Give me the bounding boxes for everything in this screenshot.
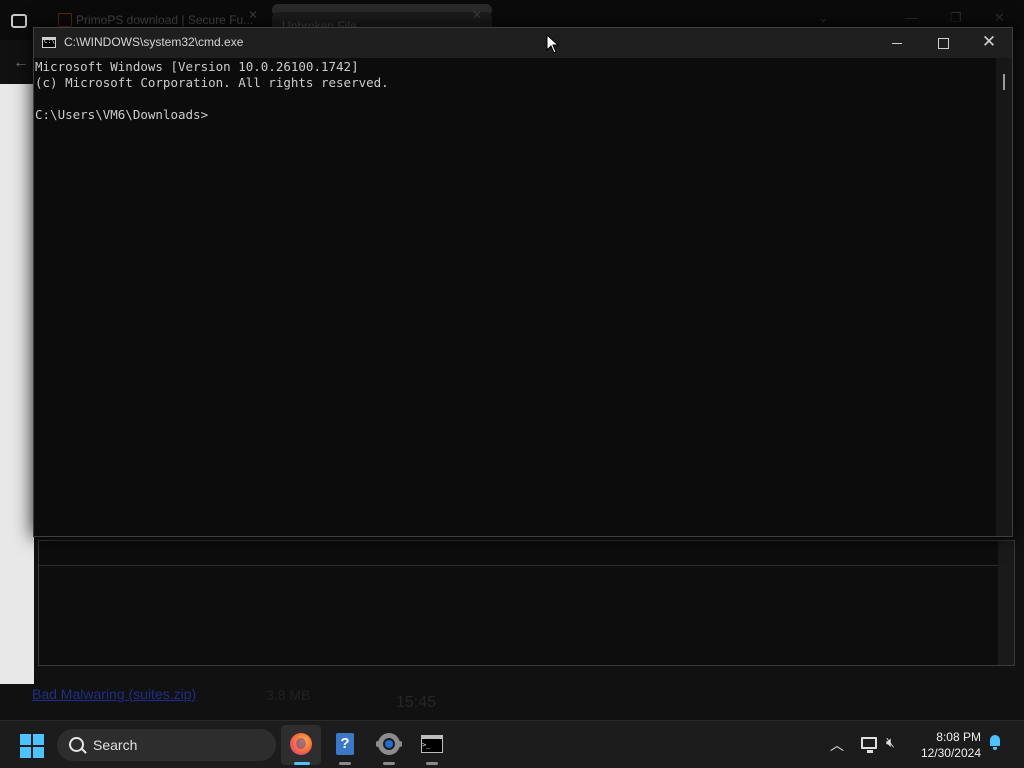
tab-close-icon[interactable]: ✕ — [248, 8, 258, 22]
tray-clock[interactable]: 8:08 PM 12/30/2024 — [918, 729, 981, 761]
download-size: 3.8 MB — [266, 687, 311, 703]
volume-muted-icon[interactable]: 🔇︎ — [886, 734, 895, 751]
help-icon: ? — [336, 733, 354, 755]
browser-close-icon[interactable]: ✕ — [994, 10, 1005, 26]
browser-restore-icon[interactable]: ❐ — [950, 10, 962, 26]
network-icon[interactable] — [861, 737, 877, 753]
maximize-button[interactable] — [920, 28, 966, 58]
settings-icon — [376, 733, 402, 755]
page-left-margin — [0, 84, 34, 684]
tab-close-icon[interactable]: ✕ — [472, 8, 482, 22]
sidebar-toggle-icon[interactable] — [11, 14, 27, 28]
minimize-button[interactable] — [874, 28, 920, 58]
maximize-icon — [937, 37, 949, 49]
download-link[interactable]: Bad Malwaring (suites.zip) — [32, 686, 196, 702]
firefox-icon — [290, 733, 312, 755]
running-indicator — [383, 762, 395, 765]
close-button[interactable]: ✕ — [966, 28, 1012, 58]
browser-tab-label: PrimoPS download | Secure Fu... — [76, 13, 254, 27]
downloads-panel — [38, 540, 1015, 666]
running-indicator — [339, 762, 351, 765]
taskbar: Search ? >_ ︿ 🔇︎ 8:08 PM 12/30/2024 — [0, 720, 1024, 768]
terminal-icon: >_ — [421, 735, 443, 753]
mouse-cursor-icon — [546, 34, 560, 54]
show-hidden-icons-chevron-icon[interactable]: ︿ — [830, 735, 844, 755]
console-scrollbar[interactable] — [996, 58, 1012, 536]
console-prompt[interactable]: C:\Users\VM6\Downloads> — [35, 107, 995, 123]
search-label: Search — [93, 737, 138, 753]
console-line: Microsoft Windows [Version 10.0.26100.17… — [35, 59, 359, 74]
start-button[interactable] — [20, 734, 44, 758]
taskbar-search[interactable]: Search — [57, 729, 276, 761]
taskbar-app-firefox[interactable] — [281, 725, 321, 765]
taskbar-app-cmd[interactable]: >_ — [412, 725, 452, 765]
running-indicator — [426, 762, 438, 765]
download-time: 15:45 — [396, 694, 437, 711]
clock-time: 8:08 PM — [936, 730, 981, 744]
tab-list-chevron-icon[interactable]: ⌄ — [818, 10, 829, 26]
cmd-window[interactable]: C:\ C:\WINDOWS\system32\cmd.exe ✕ Micros… — [33, 27, 1013, 537]
browser-minimize-icon[interactable]: — — [905, 10, 918, 25]
taskbar-app-settings[interactable] — [369, 725, 409, 765]
clock-date: 12/30/2024 — [920, 746, 981, 760]
search-icon — [69, 737, 84, 752]
panel-scrollbar[interactable] — [998, 541, 1014, 665]
notification-bell-icon[interactable] — [988, 735, 1002, 750]
scrollbar-thumb[interactable] — [1003, 74, 1005, 90]
back-arrow-icon[interactable]: ← — [13, 54, 29, 72]
cmd-window-title: C:\WINDOWS\system32\cmd.exe — [64, 35, 244, 49]
active-indicator — [294, 762, 310, 765]
minimize-icon — [892, 42, 902, 44]
close-icon: ✕ — [981, 32, 997, 51]
console-line: (c) Microsoft Corporation. All rights re… — [35, 75, 389, 90]
panel-divider — [39, 565, 1014, 566]
windows-logo-icon — [20, 734, 31, 745]
cmd-title-bar[interactable]: C:\ C:\WINDOWS\system32\cmd.exe ✕ — [34, 28, 1012, 58]
cmd-icon: C:\ — [42, 37, 56, 48]
taskbar-app-help[interactable]: ? — [325, 725, 365, 765]
console-output[interactable]: Microsoft Windows [Version 10.0.26100.17… — [35, 58, 995, 536]
